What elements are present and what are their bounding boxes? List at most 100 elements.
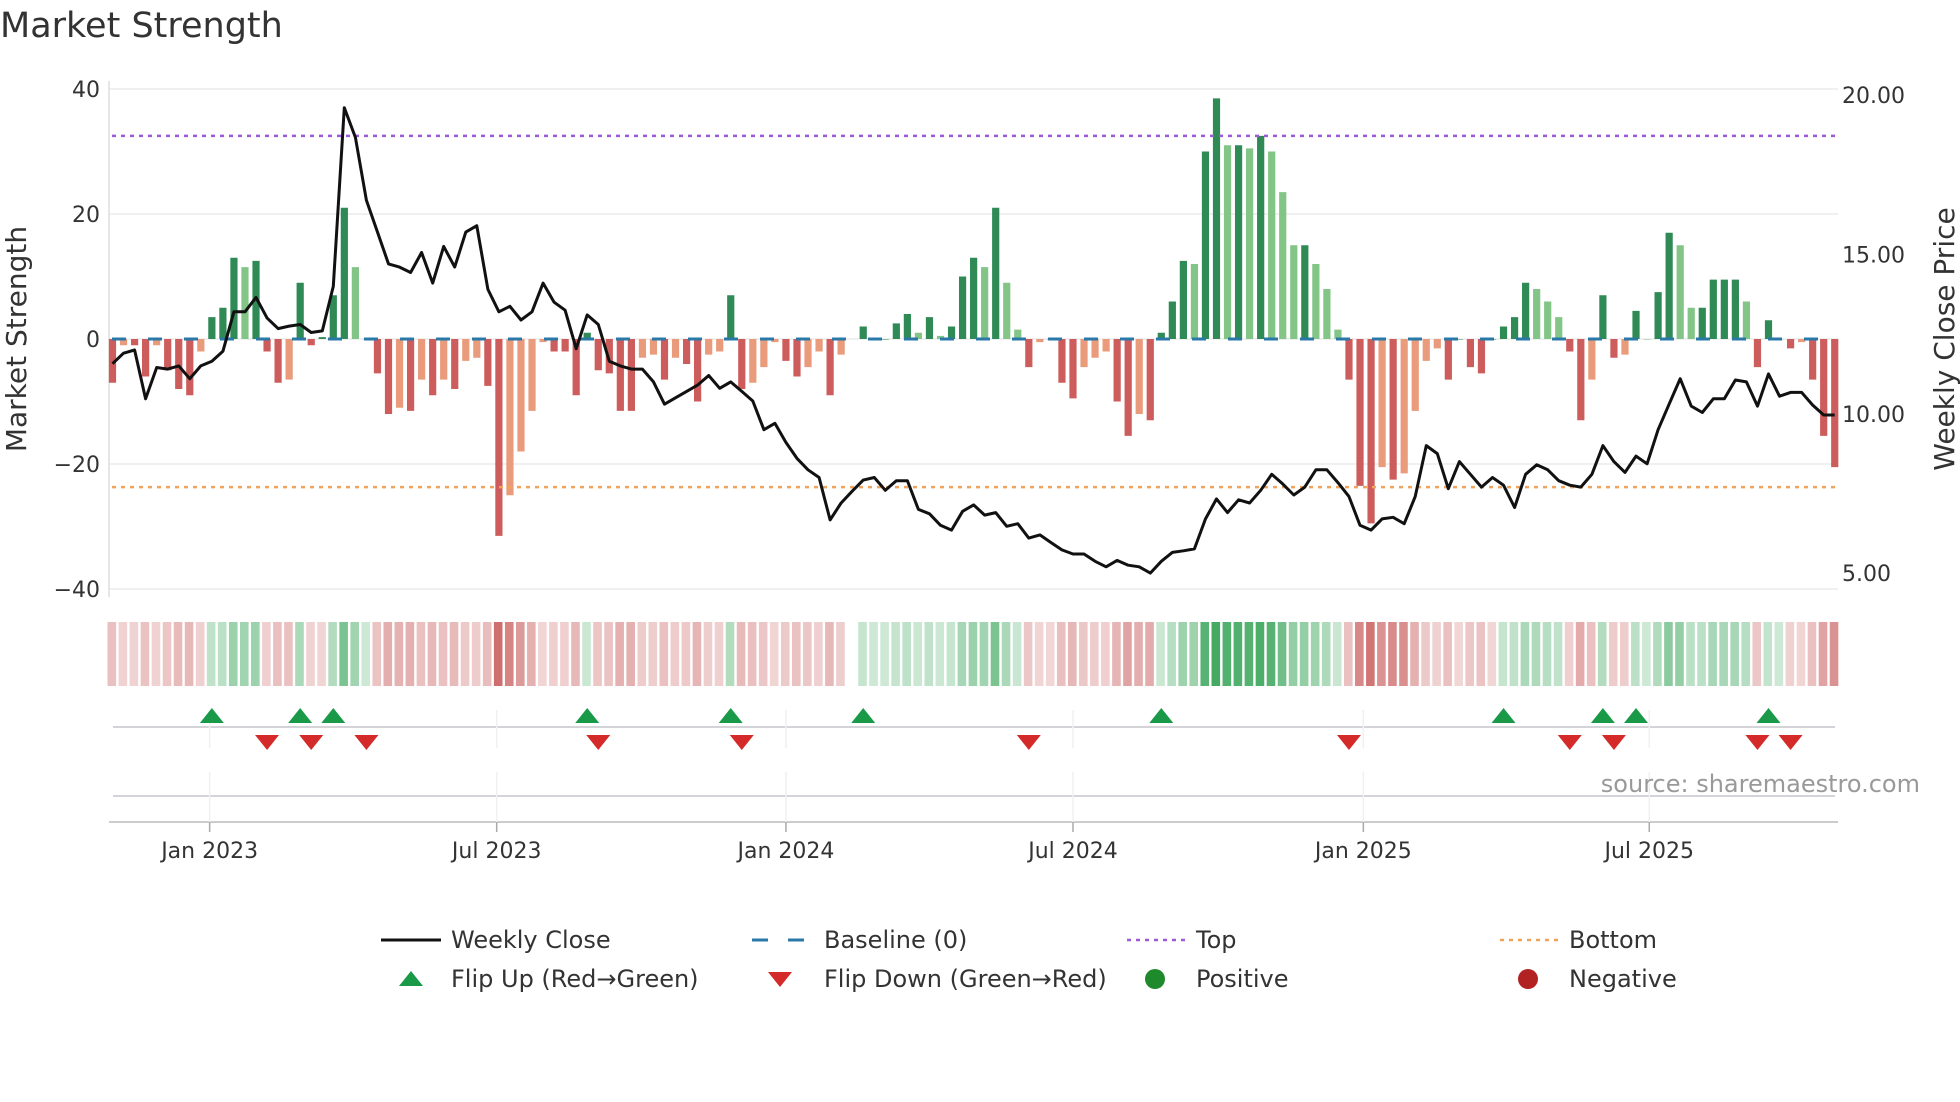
heat-cell bbox=[858, 622, 867, 686]
heat-cell bbox=[1675, 622, 1684, 686]
heat-cell bbox=[780, 622, 790, 686]
heat-cell bbox=[118, 622, 128, 686]
strength-bar bbox=[1720, 279, 1728, 339]
heat-cell bbox=[1498, 622, 1508, 686]
heat-cell bbox=[681, 622, 691, 686]
strength-bar bbox=[638, 339, 647, 358]
heat-cell bbox=[758, 622, 768, 686]
strength-bar bbox=[749, 339, 757, 383]
weekly-close-line-icon bbox=[381, 925, 441, 955]
strength-bar bbox=[826, 339, 834, 396]
heat-cell bbox=[1079, 622, 1088, 686]
heat-cell bbox=[1454, 622, 1463, 686]
flip-down-marker bbox=[586, 735, 611, 750]
strength-bar bbox=[1168, 301, 1176, 339]
flip-down-marker bbox=[354, 735, 379, 750]
heat-cell bbox=[659, 622, 669, 686]
heat-cell bbox=[1410, 622, 1419, 686]
heat-cell bbox=[1277, 622, 1287, 686]
heat-cell bbox=[1067, 622, 1077, 686]
strength-bar bbox=[1555, 317, 1563, 339]
heat-cell bbox=[769, 622, 779, 686]
heat-cell bbox=[1310, 622, 1320, 686]
legend-label: Weekly Close bbox=[451, 926, 611, 954]
legend-label: Flip Down (Green→Red) bbox=[824, 965, 1107, 993]
strength-bar bbox=[1665, 232, 1673, 339]
legend-label: Top bbox=[1196, 926, 1237, 954]
strength-bar bbox=[881, 339, 889, 340]
heat-cell bbox=[173, 622, 183, 686]
heat-cell bbox=[791, 622, 801, 686]
heat-cell bbox=[394, 622, 404, 686]
heat-cell bbox=[449, 622, 459, 686]
strength-bar bbox=[727, 295, 735, 339]
strength-bar bbox=[859, 326, 867, 339]
negative-circle-icon bbox=[1498, 964, 1558, 994]
strength-bar bbox=[1632, 310, 1640, 339]
heat-cell bbox=[1012, 622, 1022, 686]
strength-bar bbox=[1676, 245, 1684, 339]
positive-circle-icon bbox=[1125, 964, 1185, 994]
strength-bar bbox=[1731, 279, 1739, 339]
strength-bar bbox=[782, 339, 790, 361]
flip-up-marker bbox=[1149, 708, 1174, 723]
heat-cell bbox=[184, 622, 194, 686]
heat-cell bbox=[1045, 622, 1055, 686]
strength-bar bbox=[1345, 339, 1353, 380]
strength-bar bbox=[1477, 339, 1486, 374]
flip-up-marker bbox=[851, 708, 876, 723]
strength-bar bbox=[1223, 145, 1232, 339]
heat-cell bbox=[328, 622, 337, 686]
heat-cell bbox=[747, 622, 757, 686]
heat-cell bbox=[725, 622, 735, 686]
heat-cell bbox=[140, 622, 150, 686]
strength-bar bbox=[1566, 339, 1574, 352]
heat-cell bbox=[1388, 622, 1397, 686]
flip-down-marker bbox=[1778, 735, 1803, 750]
heat-cell bbox=[206, 622, 216, 686]
heat-cell bbox=[1774, 622, 1784, 686]
heat-cell bbox=[1421, 622, 1430, 686]
strength-bar bbox=[1389, 339, 1397, 480]
top-dotted-icon bbox=[1125, 925, 1185, 955]
heat-cell bbox=[471, 622, 481, 686]
legend-label: Flip Up (Red→Green) bbox=[451, 965, 699, 993]
heat-cell bbox=[1564, 622, 1574, 686]
flip-up-marker bbox=[575, 708, 600, 723]
heat-cell bbox=[1200, 622, 1210, 686]
strength-bar bbox=[1212, 98, 1221, 339]
heat-cell bbox=[273, 622, 282, 686]
strength-bar bbox=[351, 267, 359, 339]
y2-tick-label: 20.00 bbox=[1842, 84, 1905, 109]
strength-bar bbox=[462, 339, 470, 361]
strength-bar bbox=[1091, 339, 1099, 358]
heat-cell bbox=[593, 622, 602, 686]
strength-bar bbox=[1577, 339, 1585, 421]
strength-bar bbox=[682, 339, 691, 364]
heat-cell bbox=[427, 622, 437, 686]
heat-cell bbox=[1531, 622, 1541, 686]
strength-bar bbox=[1522, 282, 1530, 339]
strength-bar bbox=[970, 257, 978, 339]
heat-cell bbox=[350, 622, 359, 686]
y2-axis-title: Weekly Close Price bbox=[1928, 207, 1960, 470]
y-tick-label: −20 bbox=[54, 453, 100, 478]
strength-bar bbox=[1201, 151, 1210, 339]
strength-bar bbox=[1102, 339, 1110, 352]
heat-cell bbox=[493, 622, 503, 686]
strength-bar bbox=[1268, 151, 1276, 339]
heat-cell bbox=[891, 622, 900, 686]
heat-cell bbox=[1255, 622, 1265, 686]
heat-cell bbox=[1266, 622, 1276, 686]
y2-tick-label: 10.00 bbox=[1842, 403, 1905, 428]
heat-cell bbox=[1145, 622, 1154, 686]
strength-bar bbox=[1190, 264, 1199, 339]
x-tick-label: Jan 2024 bbox=[735, 839, 834, 864]
heat-cell bbox=[549, 622, 558, 686]
strength-bar bbox=[208, 317, 216, 339]
strength-bar bbox=[451, 339, 459, 389]
y2-tick-label: 15.00 bbox=[1842, 243, 1905, 268]
heat-cell bbox=[195, 622, 205, 686]
heat-cell bbox=[1829, 622, 1839, 686]
heat-cell bbox=[361, 622, 371, 686]
